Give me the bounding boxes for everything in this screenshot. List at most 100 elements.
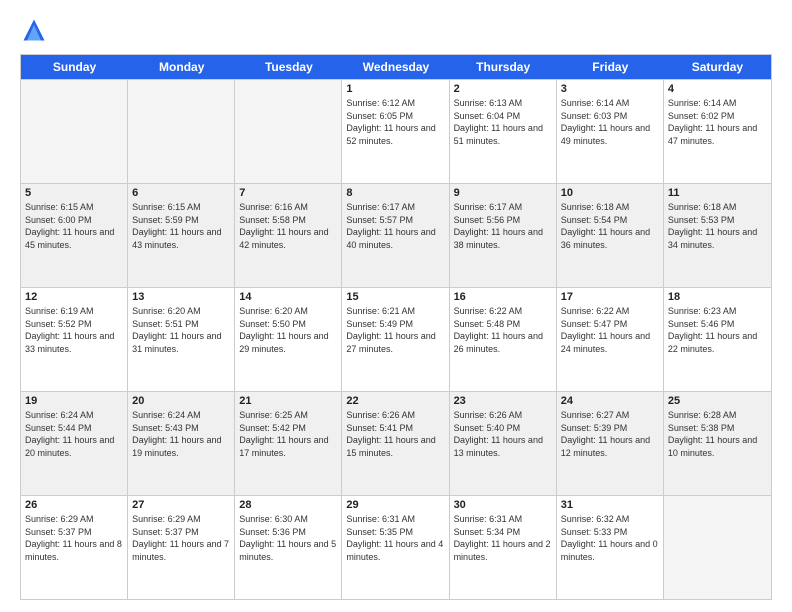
day-number: 22 xyxy=(346,395,444,407)
cell-info: Sunrise: 6:14 AMSunset: 6:03 PMDaylight:… xyxy=(561,97,659,147)
day-number: 23 xyxy=(454,395,552,407)
calendar-cell: 15Sunrise: 6:21 AMSunset: 5:49 PMDayligh… xyxy=(342,288,449,391)
cell-info: Sunrise: 6:23 AMSunset: 5:46 PMDaylight:… xyxy=(668,305,767,355)
calendar-cell: 24Sunrise: 6:27 AMSunset: 5:39 PMDayligh… xyxy=(557,392,664,495)
day-number: 28 xyxy=(239,499,337,511)
day-number: 11 xyxy=(668,187,767,199)
cell-info: Sunrise: 6:19 AMSunset: 5:52 PMDaylight:… xyxy=(25,305,123,355)
cell-info: Sunrise: 6:31 AMSunset: 5:35 PMDaylight:… xyxy=(346,513,444,563)
logo xyxy=(20,16,52,44)
day-number: 17 xyxy=(561,291,659,303)
calendar-cell: 9 Sunrise: 6:17 AMSunset: 5:56 PMDaylight… xyxy=(450,184,557,287)
calendar-header: SundayMondayTuesdayWednesdayThursdayFrid… xyxy=(21,55,771,79)
day-number: 24 xyxy=(561,395,659,407)
calendar-cell: 23 Sunrise: 6:26 AMSunset: 5:40 PMDayligh… xyxy=(450,392,557,495)
calendar-cell: 14Sunrise: 6:20 AMSunset: 5:50 PMDayligh… xyxy=(235,288,342,391)
cell-info: Sunrise: 6:26 AMSunset: 5:41 PMDaylight:… xyxy=(346,409,444,459)
calendar-cell: 29 Sunrise: 6:31 AMSunset: 5:35 PMDayligh… xyxy=(342,496,449,599)
day-number: 9 xyxy=(454,187,552,199)
day-number: 18 xyxy=(668,291,767,303)
calendar: SundayMondayTuesdayWednesdayThursdayFrid… xyxy=(20,54,772,600)
calendar-cell: 26 Sunrise: 6:29 AMSunset: 5:37 PMDayligh… xyxy=(21,496,128,599)
calendar-cell: 19Sunrise: 6:24 AMSunset: 5:44 PMDayligh… xyxy=(21,392,128,495)
day-number: 20 xyxy=(132,395,230,407)
day-number: 16 xyxy=(454,291,552,303)
cell-info: Sunrise: 6:17 AMSunset: 5:57 PMDaylight:… xyxy=(346,201,444,251)
day-number: 27 xyxy=(132,499,230,511)
calendar-cell: 7Sunrise: 6:16 AMSunset: 5:58 PMDaylight… xyxy=(235,184,342,287)
day-number: 19 xyxy=(25,395,123,407)
calendar-cell: 16 Sunrise: 6:22 AMSunset: 5:48 PMDayligh… xyxy=(450,288,557,391)
cell-info: Sunrise: 6:16 AMSunset: 5:58 PMDaylight:… xyxy=(239,201,337,251)
weekday-header: Tuesday xyxy=(235,55,342,79)
cell-info: Sunrise: 6:29 AMSunset: 5:37 PMDaylight:… xyxy=(132,513,230,563)
cell-info: Sunrise: 6:31 AMSunset: 5:34 PMDaylight:… xyxy=(454,513,552,563)
calendar-cell: 4Sunrise: 6:14 AMSunset: 6:02 PMDaylight… xyxy=(664,80,771,183)
cell-info: Sunrise: 6:28 AMSunset: 5:38 PMDaylight:… xyxy=(668,409,767,459)
header xyxy=(20,16,772,44)
day-number: 8 xyxy=(346,187,444,199)
calendar-row: 12 Sunrise: 6:19 AMSunset: 5:52 PMDayligh… xyxy=(21,287,771,391)
cell-info: Sunrise: 6:26 AMSunset: 5:40 PMDaylight:… xyxy=(454,409,552,459)
day-number: 14 xyxy=(239,291,337,303)
calendar-cell: 22 Sunrise: 6:26 AMSunset: 5:41 PMDayligh… xyxy=(342,392,449,495)
calendar-cell: 31 Sunrise: 6:32 AMSunset: 5:33 PMDayligh… xyxy=(557,496,664,599)
day-number: 31 xyxy=(561,499,659,511)
weekday-header: Saturday xyxy=(664,55,771,79)
cell-info: Sunrise: 6:13 AMSunset: 6:04 PMDaylight:… xyxy=(454,97,552,147)
day-number: 1 xyxy=(346,83,444,95)
page: SundayMondayTuesdayWednesdayThursdayFrid… xyxy=(0,0,792,612)
cell-info: Sunrise: 6:15 AMSunset: 6:00 PMDaylight:… xyxy=(25,201,123,251)
weekday-header: Monday xyxy=(128,55,235,79)
calendar-cell: 27 Sunrise: 6:29 AMSunset: 5:37 PMDayligh… xyxy=(128,496,235,599)
calendar-row: 5 Sunrise: 6:15 AMSunset: 6:00 PMDaylight… xyxy=(21,183,771,287)
day-number: 2 xyxy=(454,83,552,95)
cell-info: Sunrise: 6:22 AMSunset: 5:48 PMDaylight:… xyxy=(454,305,552,355)
cell-info: Sunrise: 6:20 AMSunset: 5:51 PMDaylight:… xyxy=(132,305,230,355)
calendar-cell xyxy=(235,80,342,183)
calendar-cell: 1 Sunrise: 6:12 AMSunset: 6:05 PMDaylight… xyxy=(342,80,449,183)
calendar-cell: 28 Sunrise: 6:30 AMSunset: 5:36 PMDayligh… xyxy=(235,496,342,599)
day-number: 12 xyxy=(25,291,123,303)
day-number: 15 xyxy=(346,291,444,303)
cell-info: Sunrise: 6:12 AMSunset: 6:05 PMDaylight:… xyxy=(346,97,444,147)
calendar-cell: 13 Sunrise: 6:20 AMSunset: 5:51 PMDayligh… xyxy=(128,288,235,391)
weekday-header: Friday xyxy=(557,55,664,79)
weekday-header: Sunday xyxy=(21,55,128,79)
day-number: 13 xyxy=(132,291,230,303)
cell-info: Sunrise: 6:25 AMSunset: 5:42 PMDaylight:… xyxy=(239,409,337,459)
calendar-cell: 6 Sunrise: 6:15 AMSunset: 5:59 PMDaylight… xyxy=(128,184,235,287)
calendar-cell: 30 Sunrise: 6:31 AMSunset: 5:34 PMDayligh… xyxy=(450,496,557,599)
logo-icon xyxy=(20,16,48,44)
calendar-cell: 11 Sunrise: 6:18 AMSunset: 5:53 PMDayligh… xyxy=(664,184,771,287)
calendar-cell: 21Sunrise: 6:25 AMSunset: 5:42 PMDayligh… xyxy=(235,392,342,495)
day-number: 6 xyxy=(132,187,230,199)
calendar-cell: 2 Sunrise: 6:13 AMSunset: 6:04 PMDaylight… xyxy=(450,80,557,183)
day-number: 26 xyxy=(25,499,123,511)
cell-info: Sunrise: 6:29 AMSunset: 5:37 PMDaylight:… xyxy=(25,513,123,563)
day-number: 29 xyxy=(346,499,444,511)
calendar-row: 26 Sunrise: 6:29 AMSunset: 5:37 PMDayligh… xyxy=(21,495,771,599)
calendar-cell: 18 Sunrise: 6:23 AMSunset: 5:46 PMDayligh… xyxy=(664,288,771,391)
day-number: 3 xyxy=(561,83,659,95)
cell-info: Sunrise: 6:32 AMSunset: 5:33 PMDaylight:… xyxy=(561,513,659,563)
calendar-row: 19Sunrise: 6:24 AMSunset: 5:44 PMDayligh… xyxy=(21,391,771,495)
cell-info: Sunrise: 6:30 AMSunset: 5:36 PMDaylight:… xyxy=(239,513,337,563)
calendar-cell: 10Sunrise: 6:18 AMSunset: 5:54 PMDayligh… xyxy=(557,184,664,287)
day-number: 25 xyxy=(668,395,767,407)
day-number: 5 xyxy=(25,187,123,199)
calendar-cell: 3 Sunrise: 6:14 AMSunset: 6:03 PMDaylight… xyxy=(557,80,664,183)
calendar-cell: 25 Sunrise: 6:28 AMSunset: 5:38 PMDayligh… xyxy=(664,392,771,495)
calendar-cell xyxy=(21,80,128,183)
day-number: 4 xyxy=(668,83,767,95)
cell-info: Sunrise: 6:18 AMSunset: 5:53 PMDaylight:… xyxy=(668,201,767,251)
calendar-cell: 20Sunrise: 6:24 AMSunset: 5:43 PMDayligh… xyxy=(128,392,235,495)
calendar-cell: 17Sunrise: 6:22 AMSunset: 5:47 PMDayligh… xyxy=(557,288,664,391)
weekday-header: Wednesday xyxy=(342,55,449,79)
calendar-cell: 8 Sunrise: 6:17 AMSunset: 5:57 PMDaylight… xyxy=(342,184,449,287)
cell-info: Sunrise: 6:15 AMSunset: 5:59 PMDaylight:… xyxy=(132,201,230,251)
cell-info: Sunrise: 6:17 AMSunset: 5:56 PMDaylight:… xyxy=(454,201,552,251)
day-number: 30 xyxy=(454,499,552,511)
calendar-cell: 5 Sunrise: 6:15 AMSunset: 6:00 PMDaylight… xyxy=(21,184,128,287)
calendar-cell: 12 Sunrise: 6:19 AMSunset: 5:52 PMDayligh… xyxy=(21,288,128,391)
